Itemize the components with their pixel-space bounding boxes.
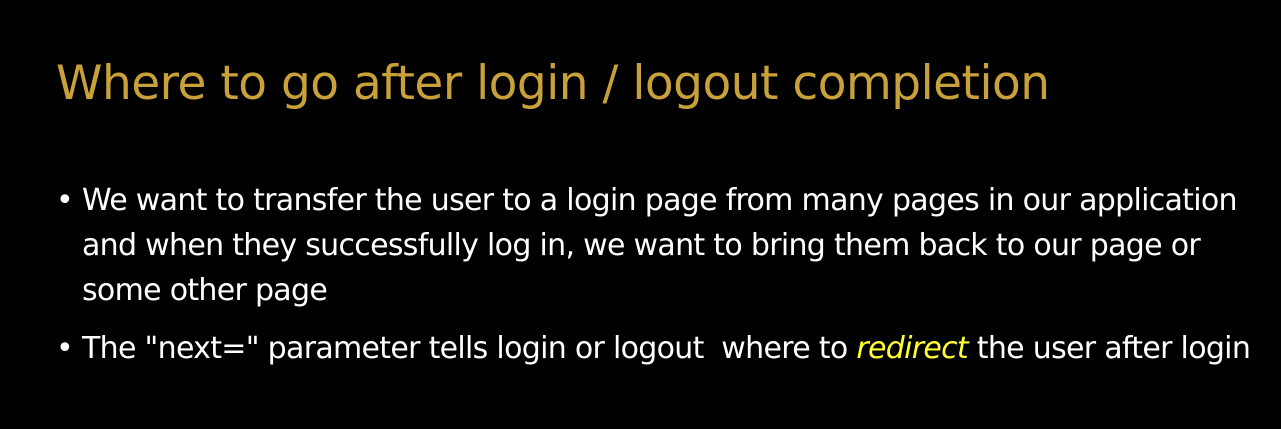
bullet-text-before: The "next=" parameter tells login or log… xyxy=(82,331,857,366)
bullet-text: We want to transfer the user to a login … xyxy=(82,183,1238,308)
bullet-icon: • xyxy=(56,183,74,218)
list-item: • The "next=" parameter tells login or l… xyxy=(56,326,1266,371)
list-item: • We want to transfer the user to a logi… xyxy=(56,178,1266,313)
bullet-text-after: the user after login xyxy=(967,331,1251,366)
slide: Where to go after login / logout complet… xyxy=(0,0,1281,429)
bullet-icon: • xyxy=(56,331,74,366)
bullet-list: • We want to transfer the user to a logi… xyxy=(56,178,1266,384)
redirect-emphasis: redirect xyxy=(856,331,968,366)
slide-title: Where to go after login / logout complet… xyxy=(56,56,1050,111)
